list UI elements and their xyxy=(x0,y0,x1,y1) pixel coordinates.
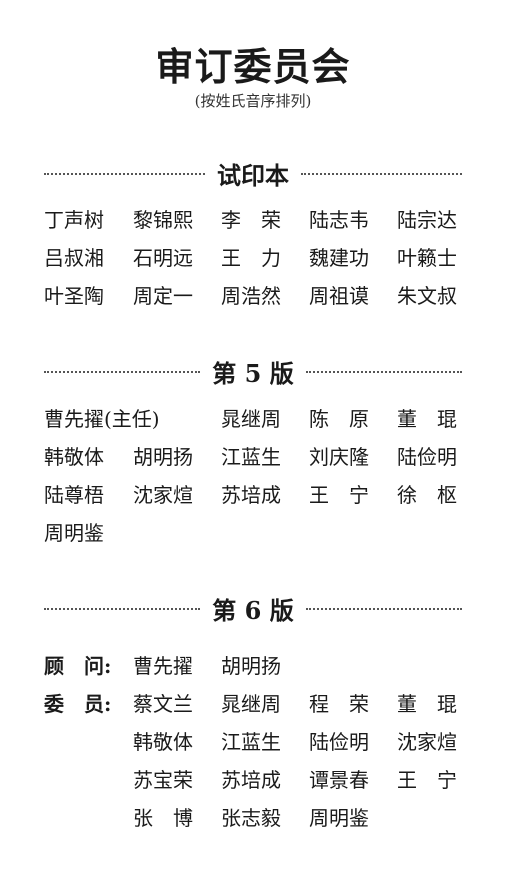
name-row: 吕叔湘 石明远 王 力 魏建功 叶籁士 xyxy=(44,239,464,277)
person-name: 叶圣陶 xyxy=(44,284,104,308)
name-row: 陆尊梧 沈家煊 苏培成 王 宁 徐 枢 xyxy=(44,476,464,514)
name-row: 曹先擢(主任) 晁继周 陈 原 董 琨 xyxy=(44,400,464,438)
section-heading-label: 第 6 版 xyxy=(212,595,294,625)
person-name: 丁声树 xyxy=(44,208,104,232)
dotted-leader xyxy=(44,173,205,175)
person-name: 吕叔湘 xyxy=(44,246,104,270)
page-title: 审订委员会 xyxy=(155,44,351,89)
person-name: 苏宝荣 xyxy=(133,768,193,792)
section-heading-5th: 第 5 版 xyxy=(44,356,463,388)
person-name: 石明远 xyxy=(133,246,193,270)
name-grid-trial: 丁声树 黎锦熙 李 荣 陆志韦 陆宗达吕叔湘 石明远 王 力 魏建功 叶籁士叶圣陶 周定一 周浩然 周… xyxy=(44,201,464,315)
name-grid-6th: 顾 问: 曹先擢 胡明扬 委 员: 蔡文兰 晁继周程 荣董 琨韩敬体 江蓝生 陆俭明沈… xyxy=(44,647,464,837)
person-name: 周明鉴 xyxy=(309,806,369,830)
members-row: 蔡文兰 晁继周 程 荣 董 琨 xyxy=(44,685,464,723)
dotted-leader xyxy=(305,371,463,373)
name-row: 叶圣陶 周定一 周浩然 周祖谟 朱文叔 xyxy=(44,277,464,315)
person-name: 陆俭明 xyxy=(397,445,457,469)
person-name: 张 博 xyxy=(133,806,193,830)
person-name: 黎锦熙 xyxy=(133,208,193,232)
person-name: 谭景春 xyxy=(309,768,369,792)
advisor-name: 曹先擢 xyxy=(133,654,193,678)
person-name: 魏建功 xyxy=(309,246,369,270)
person-name: 苏培成 xyxy=(221,483,281,507)
person-name: 王 宁 xyxy=(309,483,369,507)
person-name: 朱文叔 xyxy=(397,284,457,308)
person-name: 王 宁 xyxy=(397,768,457,792)
person-name: 叶籁士 xyxy=(397,246,457,270)
members-row: 苏宝荣 苏培成 谭景春 王 宁 xyxy=(44,761,464,799)
advisors-row: 顾 问: 曹先擢 胡明扬 xyxy=(44,647,464,685)
person-name: 王 力 xyxy=(221,246,281,270)
person-name: 苏培成 xyxy=(221,768,281,792)
person-name: 徐 枢 xyxy=(397,483,457,507)
name-row: 周明鉴 xyxy=(44,514,464,552)
person-name: 周定一 xyxy=(133,284,193,308)
name-grid-5th: 曹先擢(主任) 晁继周 陈 原 董 琨韩敬体 胡明扬 江蓝生 刘庆隆 陆俭明陆尊梧 沈家煊 苏培成… xyxy=(44,400,464,552)
person-name: 陆尊梧 xyxy=(44,483,104,507)
section-heading-label: 试印本 xyxy=(217,160,289,190)
person-name: 沈家煊 xyxy=(397,730,457,754)
person-name: 董 琨 xyxy=(397,407,457,431)
members-row: 张 博 张志毅 周明鉴 xyxy=(44,799,464,837)
advisor-name: 胡明扬 xyxy=(221,654,281,678)
section-heading-label: 第 5 版 xyxy=(212,358,294,388)
person-name: 沈家煊 xyxy=(133,483,193,507)
person-name: 周浩然 xyxy=(221,284,281,308)
person-name: 张志毅 xyxy=(221,806,281,830)
person-name: 陆宗达 xyxy=(397,208,457,232)
person-name: 周明鉴 xyxy=(44,521,104,545)
person-name: 江蓝生 xyxy=(221,730,281,754)
person-name: 胡明扬 xyxy=(133,445,193,469)
dotted-leader xyxy=(305,608,463,610)
person-name: 刘庆隆 xyxy=(309,445,369,469)
person-name: 陈 原 xyxy=(309,407,369,431)
section-heading-trial: 试印本 xyxy=(44,158,462,190)
person-name: 陆志韦 xyxy=(309,208,369,232)
advisors-label: 顾 问: xyxy=(44,654,112,678)
person-name: 陆俭明 xyxy=(309,730,369,754)
person-name: 晁继周 xyxy=(221,407,281,431)
person-name: 曹先擢(主任) xyxy=(44,407,160,431)
person-name: 江蓝生 xyxy=(221,445,281,469)
page-subtitle: (按姓氏音序排列) xyxy=(194,92,312,110)
person-name: 韩敬体 xyxy=(133,730,193,754)
members-row: 韩敬体 江蓝生 陆俭明 沈家煊 xyxy=(44,723,464,761)
person-name: 董 琨 xyxy=(397,692,457,716)
name-row: 韩敬体 胡明扬 江蓝生 刘庆隆 陆俭明 xyxy=(44,438,464,476)
dotted-leader xyxy=(44,371,201,373)
person-name: 韩敬体 xyxy=(44,445,104,469)
person-name: 周祖谟 xyxy=(309,284,369,308)
dotted-leader xyxy=(44,608,201,610)
person-name: 晁继周 xyxy=(221,692,281,716)
name-row: 丁声树 黎锦熙 李 荣 陆志韦 陆宗达 xyxy=(44,201,464,239)
person-name: 程 荣 xyxy=(309,692,369,716)
section-heading-6th: 第 6 版 xyxy=(44,593,463,625)
dotted-leader xyxy=(301,173,462,175)
person-name: 蔡文兰 xyxy=(133,692,193,716)
person-name: 李 荣 xyxy=(221,208,281,232)
